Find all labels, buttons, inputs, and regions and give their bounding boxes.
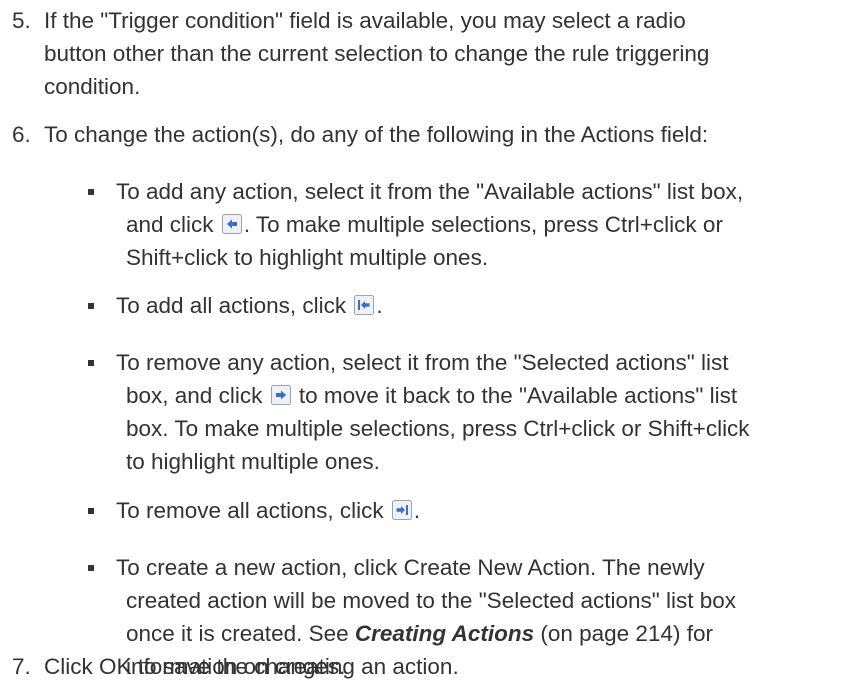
bullet-marker xyxy=(88,189,94,195)
bullet-marker xyxy=(88,508,94,514)
text-line: To remove all actions, click . xyxy=(116,494,836,527)
text-line: created action will be moved to the "Sel… xyxy=(126,588,737,613)
text-line: To add all actions, click . xyxy=(116,289,836,322)
step-number: 5. xyxy=(12,8,31,33)
text-line: Shift+click to highlight multiple ones. xyxy=(126,245,489,270)
text-line: To add any action, select it from the "A… xyxy=(116,179,744,204)
bullet-text: To add all actions, click . xyxy=(116,289,836,322)
bullet-text: To add any action, select it from the "A… xyxy=(116,175,836,274)
bullet-text: To remove all actions, click . xyxy=(116,494,836,527)
text-line: box. To make multiple selections, press … xyxy=(126,416,750,441)
text-line: To change the action(s), do any of the f… xyxy=(44,122,709,147)
text-line: and click . To make multiple selections,… xyxy=(116,208,836,241)
arrow-left-bar-icon xyxy=(354,295,375,315)
bullet-marker xyxy=(88,303,94,309)
bullet-marker xyxy=(88,565,94,571)
text-fragment: To remove all actions, click xyxy=(116,498,384,523)
text-fragment: . xyxy=(413,498,421,523)
text-fragment: To add all actions, click xyxy=(116,293,347,318)
text-fragment: . xyxy=(376,293,383,318)
text-line: button other than the current selection … xyxy=(44,41,710,66)
arrow-right-bar-icon xyxy=(391,500,412,520)
text-line: To remove any action, select it from the… xyxy=(116,350,729,375)
text-line: To create a new action, click Create New… xyxy=(116,555,705,580)
bullet-text: To remove any action, select it from the… xyxy=(116,346,836,478)
text-fragment: and click xyxy=(126,212,214,237)
text-fragment: once it is created. See xyxy=(126,621,349,646)
text-fragment: to move it back to the "Available action… xyxy=(298,383,738,408)
bullet-marker xyxy=(88,360,94,366)
text-fragment: box, and click xyxy=(126,383,263,408)
step-number: 6. xyxy=(12,122,31,147)
text-line: condition. xyxy=(44,74,141,99)
text-line: box, and click to move it back to the "A… xyxy=(116,379,836,412)
text-line: Click OK to save the changes. xyxy=(44,654,346,679)
text-line: If the "Trigger condition" field is avai… xyxy=(44,8,686,33)
step-text: If the "Trigger condition" field is avai… xyxy=(44,4,834,103)
text-line: once it is created. See Creating Actions… xyxy=(116,617,836,650)
text-fragment: (on page 214) for xyxy=(540,621,713,646)
arrow-left-icon xyxy=(221,214,242,234)
step-text: Click OK to save the changes. xyxy=(44,650,834,683)
step-number: 7. xyxy=(12,654,31,679)
text-fragment: . To make multiple selections, press Ctr… xyxy=(243,212,723,237)
text-line: to highlight multiple ones. xyxy=(126,449,380,474)
creating-actions-link[interactable]: Creating Actions xyxy=(355,621,534,646)
step-text: To change the action(s), do any of the f… xyxy=(44,118,834,151)
arrow-right-icon xyxy=(270,385,291,405)
